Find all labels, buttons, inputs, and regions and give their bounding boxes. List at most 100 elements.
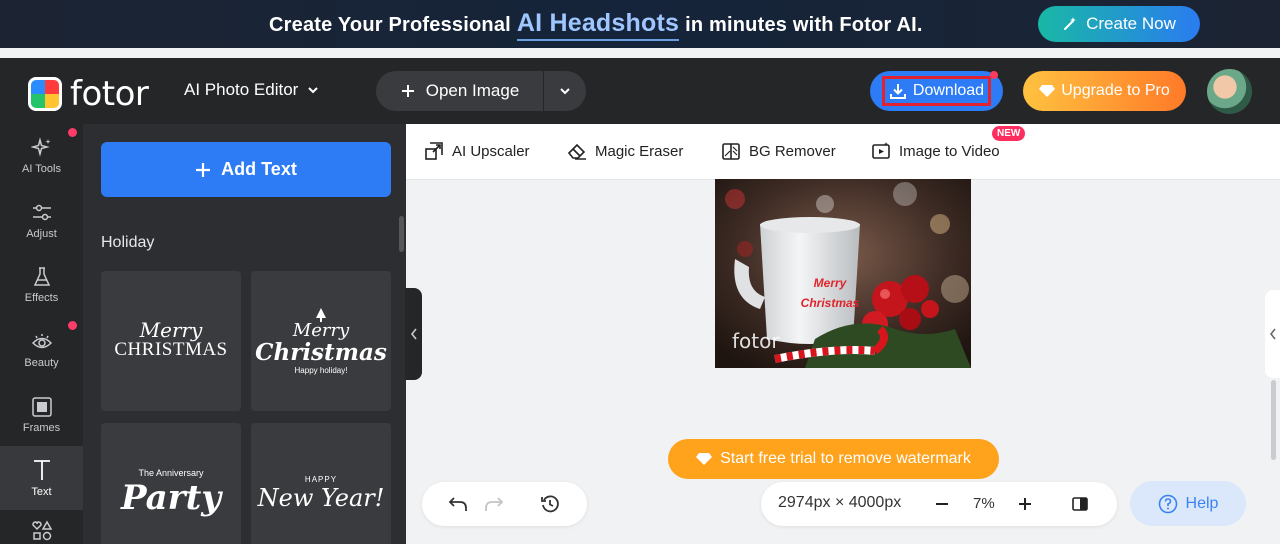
sparkle-icon	[30, 137, 50, 157]
rail-label: Effects	[24, 292, 59, 304]
tool-bg-remover[interactable]: BG Remover	[721, 141, 836, 161]
zoom-in-button[interactable]	[1013, 492, 1037, 516]
section-title-holiday: Holiday	[101, 234, 155, 251]
tool-label: AI Upscaler	[452, 142, 530, 160]
tool-magic-eraser[interactable]: Magic Eraser	[567, 141, 683, 161]
text-icon	[33, 460, 50, 480]
download-label: Download	[912, 82, 985, 99]
collapse-panel-handle[interactable]	[405, 288, 422, 380]
template-line2: New Year!	[257, 483, 385, 512]
canvas-image[interactable]: Merry Christmas fotor	[715, 179, 971, 368]
upscale-icon	[425, 142, 443, 160]
add-text-button[interactable]: Add Text	[101, 142, 391, 197]
redo-button[interactable]	[482, 492, 506, 516]
compare-icon	[1072, 497, 1088, 511]
rail-label: AI Tools	[22, 163, 61, 175]
rail-label: Frames	[22, 422, 61, 434]
plus-icon	[1019, 498, 1031, 510]
eraser-icon	[567, 143, 586, 160]
template-line2: CHRISTMAS	[114, 339, 228, 360]
diamond-icon	[1039, 85, 1056, 97]
rail-item-elements[interactable]	[0, 516, 83, 544]
open-image-group: Open Image	[376, 71, 586, 111]
question-circle-icon	[1158, 494, 1177, 513]
tool-label: BG Remover	[749, 142, 836, 160]
text-template-anniversary-party[interactable]: The Anniversary Party	[101, 423, 241, 544]
tool-ai-upscaler[interactable]: AI Upscaler	[424, 141, 530, 161]
redo-icon	[485, 497, 504, 511]
download-icon	[889, 84, 906, 99]
rail-item-adjust[interactable]: Adjust	[0, 189, 83, 253]
minus-icon	[936, 503, 948, 505]
undo-button[interactable]	[446, 492, 470, 516]
history-controls	[422, 482, 587, 526]
create-now-label: Create Now	[1086, 14, 1176, 33]
promo-banner: Create Your Professional AI Headshots in…	[0, 0, 1280, 48]
open-image-options-button[interactable]	[544, 71, 586, 111]
shapes-icon	[31, 520, 52, 541]
chevron-down-icon	[560, 88, 570, 95]
new-badge: NEW	[992, 126, 1026, 141]
logo-text: fotor	[70, 74, 149, 114]
create-now-button[interactable]: Create Now	[1038, 6, 1200, 42]
rail-item-frames[interactable]: Frames	[0, 383, 83, 447]
panel-scrollbar[interactable]	[399, 216, 404, 252]
template-preview: Merry CHRISTMAS	[114, 318, 228, 361]
download-button[interactable]: Download	[870, 71, 1003, 111]
upgrade-label: Upgrade to Pro	[1061, 82, 1170, 99]
zoom-level[interactable]: 7%	[973, 495, 995, 512]
undo-icon	[448, 497, 467, 511]
template-line1: Merry	[139, 318, 203, 342]
chevron-left-icon	[410, 328, 417, 340]
fotor-logo[interactable]: fotor	[28, 74, 149, 114]
overlay-line1: Merry	[813, 276, 847, 290]
beauty-notification-dot	[68, 321, 77, 330]
editor-menu-dropdown[interactable]: AI Photo Editor	[184, 80, 320, 100]
download-highlight: Download	[881, 76, 992, 106]
download-notification-dot	[990, 71, 998, 79]
history-button[interactable]	[538, 492, 562, 516]
chevron-down-icon	[308, 87, 319, 94]
zoom-bar: 2974px × 4000px 7%	[761, 482, 1117, 526]
help-label: Help	[1185, 494, 1219, 512]
bg-remover-icon	[722, 143, 740, 160]
canvas-text-overlay[interactable]: Merry Christmas	[795, 273, 865, 313]
template-line2: Christmas	[255, 338, 387, 366]
remove-watermark-trial-button[interactable]: Start free trial to remove watermark	[668, 439, 999, 479]
template-preview: Merry Christmas Happy holiday!	[255, 307, 387, 375]
history-icon	[541, 495, 559, 513]
tool-label: Magic Eraser	[595, 142, 684, 160]
rail-label: Beauty	[24, 357, 59, 369]
video-icon	[872, 142, 890, 159]
zoom-out-button[interactable]	[930, 492, 954, 516]
tool-rail: AI Tools Adjust Effects Beauty Frames Te…	[0, 124, 83, 544]
right-panel-handle[interactable]	[1265, 290, 1280, 378]
template-line1: HAPPY	[304, 474, 338, 484]
image-dimensions: 2974px × 4000px	[778, 494, 902, 511]
upgrade-to-pro-button[interactable]: Upgrade to Pro	[1023, 71, 1186, 111]
ai-tools-notification-dot	[68, 128, 77, 137]
template-preview: The Anniversary Party	[121, 468, 221, 518]
tool-label: Image to Video	[899, 142, 1000, 160]
promo-text-before: Create Your Professional	[269, 14, 511, 36]
promo-text-after: in minutes with Fotor AI.	[685, 14, 923, 36]
text-template-happy-new-year[interactable]: HAPPY New Year!	[251, 423, 391, 544]
canvas-scrollbar[interactable]	[1271, 380, 1276, 460]
add-text-label: Add Text	[221, 159, 297, 179]
rail-item-text[interactable]: Text	[0, 446, 83, 510]
user-avatar[interactable]	[1207, 69, 1252, 114]
diamond-icon	[696, 453, 713, 465]
text-template-merry-christmas-2[interactable]: Merry Christmas Happy holiday!	[251, 271, 391, 411]
rail-item-effects[interactable]: Effects	[0, 253, 83, 317]
flask-icon	[33, 267, 50, 286]
open-image-button[interactable]: Open Image	[376, 71, 544, 111]
help-button[interactable]: Help	[1130, 481, 1246, 526]
magic-wand-icon	[1064, 17, 1077, 30]
template-line2: Party	[120, 478, 222, 518]
compare-button[interactable]	[1068, 492, 1092, 516]
tool-image-to-video[interactable]: Image to Video	[871, 141, 1000, 161]
overlay-line2: Christmas	[800, 296, 860, 310]
quick-tools-bar: AI Upscaler Magic Eraser BG Remover Imag…	[406, 124, 1280, 180]
top-bar: fotor AI Photo Editor Open Image Downloa…	[0, 58, 1280, 124]
text-template-merry-christmas-1[interactable]: Merry CHRISTMAS	[101, 271, 241, 411]
